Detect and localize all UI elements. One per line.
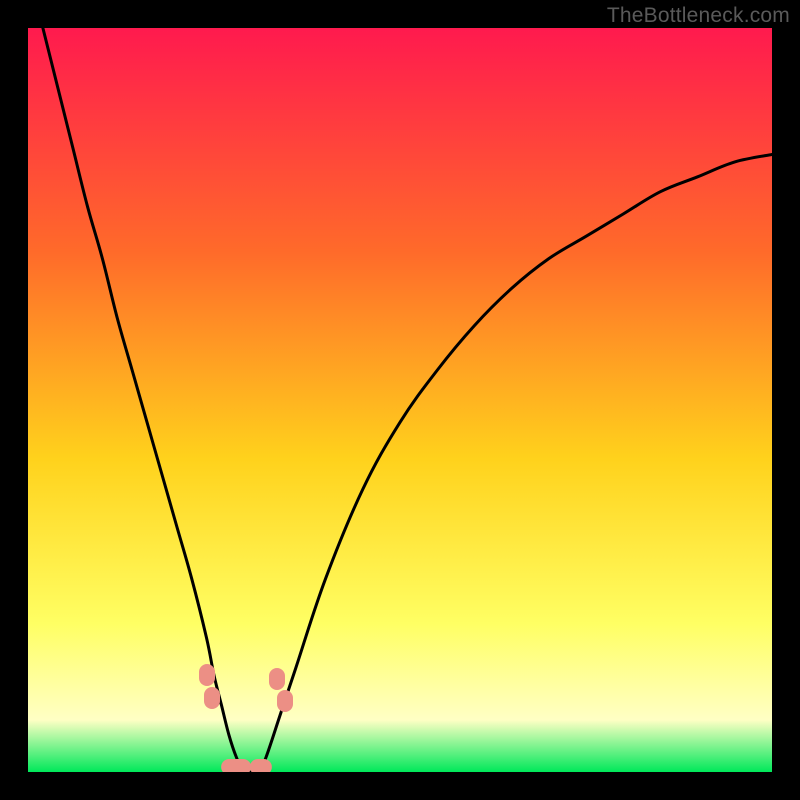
data-marker-1 [204, 687, 220, 709]
data-marker-3 [277, 690, 293, 712]
data-marker-4 [221, 759, 251, 772]
data-marker-2 [269, 668, 285, 690]
plot-area [28, 28, 772, 772]
chart-frame: TheBottleneck.com [0, 0, 800, 800]
bottleneck-curve [28, 28, 772, 772]
data-marker-5 [250, 759, 272, 772]
watermark-text: TheBottleneck.com [607, 4, 790, 28]
data-marker-0 [199, 664, 215, 686]
